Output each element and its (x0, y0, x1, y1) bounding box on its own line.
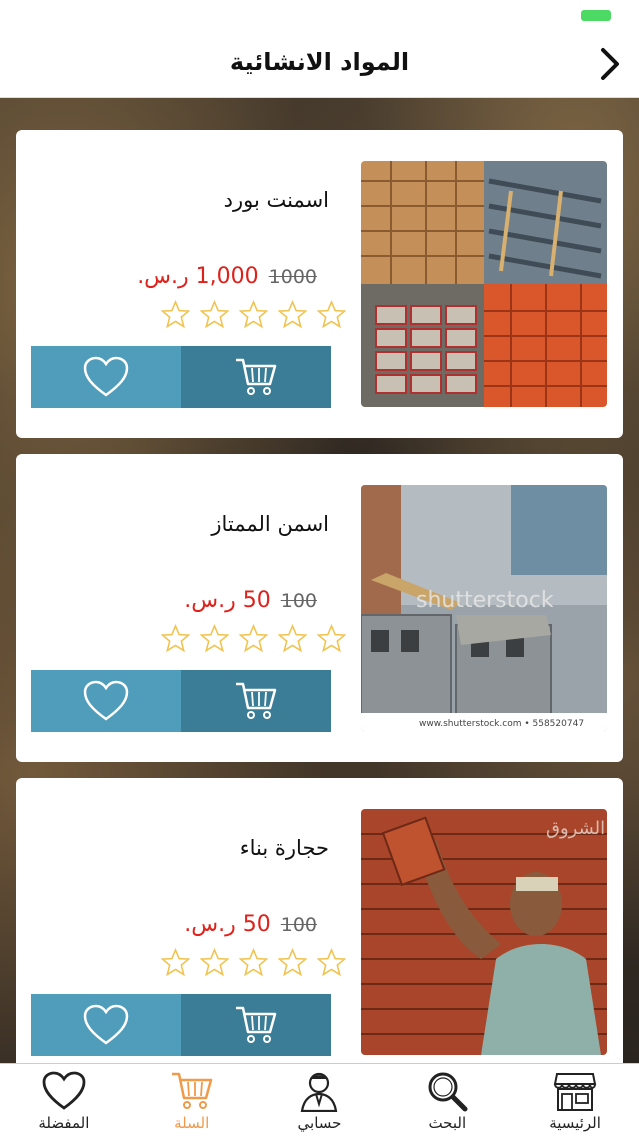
rating-stars[interactable] (161, 300, 346, 329)
search-icon (428, 1072, 468, 1112)
header: المواد الانشائية (0, 30, 639, 98)
product-old-price: 1000 (268, 265, 317, 288)
tab-favorites[interactable]: المفضلة (9, 1064, 119, 1136)
tab-label: السلة (174, 1114, 210, 1132)
tab-label: الرئيسية (549, 1114, 601, 1132)
star-icon[interactable] (239, 624, 268, 653)
tab-home[interactable]: الرئيسية (520, 1064, 630, 1136)
image-watermark: shutterstock (416, 588, 554, 613)
star-icon[interactable] (317, 300, 346, 329)
star-icon[interactable] (278, 948, 307, 977)
product-price: 50 ر.س. (184, 912, 271, 937)
product-name: حجارة بناء (239, 836, 329, 860)
add-to-cart-button[interactable] (181, 670, 331, 732)
star-icon[interactable] (278, 624, 307, 653)
product-image: shutterstock www.shutterstock.com • 5585… (361, 485, 607, 731)
back-button[interactable] (595, 46, 625, 82)
action-bar (31, 670, 331, 732)
tab-label: المفضلة (38, 1114, 90, 1132)
star-icon[interactable] (239, 948, 268, 977)
tab-search[interactable]: البحث (392, 1064, 502, 1136)
product-card[interactable]: اسمنت بورد 1,000 ر.س. 1000 (16, 130, 623, 438)
favorite-button[interactable] (31, 670, 181, 732)
product-image: الشروق (361, 809, 607, 1055)
battery-icon (581, 10, 611, 21)
price-row: 50 ر.س. 100 (184, 912, 317, 937)
favorite-button[interactable] (31, 346, 181, 408)
cart-icon (236, 358, 277, 395)
star-icon[interactable] (161, 948, 190, 977)
star-icon[interactable] (200, 624, 229, 653)
image-watermark: الشروق (546, 818, 605, 839)
cart-icon (171, 1072, 212, 1109)
star-icon[interactable] (317, 624, 346, 653)
price-row: 1,000 ر.س. 1000 (137, 264, 317, 289)
cart-icon (236, 682, 277, 719)
action-bar (31, 346, 331, 408)
add-to-cart-button[interactable] (181, 346, 331, 408)
star-icon[interactable] (200, 948, 229, 977)
add-to-cart-button[interactable] (181, 994, 331, 1056)
heart-icon (83, 680, 129, 721)
price-row: 50 ر.س. 100 (184, 588, 317, 613)
rating-stars[interactable] (161, 624, 346, 653)
product-name: اسمن الممتاز (211, 512, 329, 536)
product-old-price: 100 (280, 589, 317, 612)
star-icon[interactable] (161, 624, 190, 653)
status-bar (0, 0, 639, 30)
product-list: اسمنت بورد 1,000 ر.س. 1000 shutterstock … (0, 98, 639, 1063)
star-icon[interactable] (278, 300, 307, 329)
product-old-price: 100 (280, 913, 317, 936)
tab-label: البحث (428, 1114, 467, 1132)
rating-stars[interactable] (161, 948, 346, 977)
heart-icon (83, 356, 129, 397)
star-icon[interactable] (200, 300, 229, 329)
chevron-right-icon (601, 48, 619, 80)
image-caption: www.shutterstock.com • 558520747 (419, 719, 584, 729)
heart-icon (42, 1071, 86, 1110)
tab-account[interactable]: حسابي (264, 1064, 374, 1136)
tab-cart[interactable]: السلة (137, 1064, 247, 1136)
product-card[interactable]: shutterstock www.shutterstock.com • 5585… (16, 454, 623, 762)
bottom-tab-bar: المفضلة السلة حسابي البحث الرئيسية (0, 1063, 639, 1136)
store-icon (553, 1073, 597, 1111)
product-name: اسمنت بورد (223, 188, 329, 212)
user-icon (301, 1072, 338, 1112)
favorite-button[interactable] (31, 994, 181, 1056)
product-image (361, 161, 607, 407)
star-icon[interactable] (317, 948, 346, 977)
cart-icon (236, 1006, 277, 1043)
product-price: 1,000 ر.س. (137, 264, 259, 289)
action-bar (31, 994, 331, 1056)
star-icon[interactable] (239, 300, 268, 329)
product-price: 50 ر.س. (184, 588, 271, 613)
heart-icon (83, 1004, 129, 1045)
page-title: المواد الانشائية (229, 48, 410, 76)
product-card[interactable]: الشروق حجارة بناء 50 ر.س. 100 (16, 778, 623, 1063)
star-icon[interactable] (161, 300, 190, 329)
tab-label: حسابي (297, 1114, 342, 1132)
